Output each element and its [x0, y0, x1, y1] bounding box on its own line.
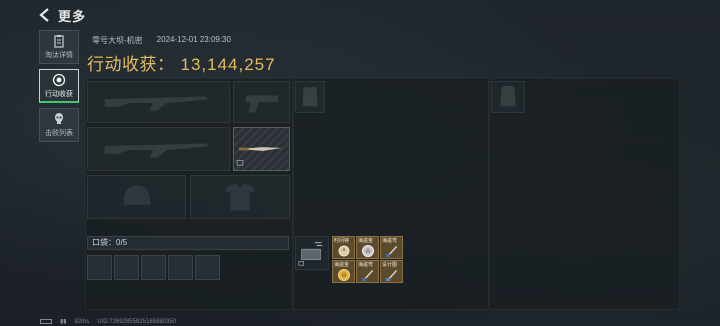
signal-icon: ▮▮: [60, 319, 67, 325]
vest-icon: [302, 86, 318, 107]
pocket-slot[interactable]: [87, 255, 112, 280]
haul-label: 行动收获：: [87, 55, 175, 74]
tab-elimination-details[interactable]: 淘汰详情: [39, 30, 79, 64]
loot-item-dagger[interactable]: 海盗弯: [380, 236, 403, 259]
primary-weapon-slot[interactable]: [87, 81, 230, 123]
top-bar: 更多: [38, 6, 86, 24]
status-bar: ▮▮ 82ms UID:72692855825165880350: [40, 318, 176, 325]
pocket-label: 口袋：: [92, 238, 116, 247]
haul-total: 行动收获： 13,144,257: [87, 50, 276, 75]
coin-icon: [338, 269, 350, 281]
battery-icon: [40, 319, 52, 324]
back-label[interactable]: 更多: [58, 6, 86, 25]
pistol-slot[interactable]: [233, 81, 290, 123]
target-icon: [52, 73, 66, 86]
secondary-weapon-slot[interactable]: [87, 127, 230, 171]
pocket-slot[interactable]: [195, 255, 220, 280]
helmet-icon: [123, 185, 151, 205]
back-arrow-icon[interactable]: [38, 8, 52, 22]
dagger-icon: [362, 270, 373, 281]
backpack-icon: [500, 85, 516, 107]
melee-weapon-slot[interactable]: [233, 127, 290, 171]
uid: UID:72692855825165880350: [97, 318, 177, 325]
chest-rig-slot[interactable]: [295, 81, 325, 113]
pocket-header: 口袋：0/5: [87, 236, 289, 250]
tab-label: 行动收获: [45, 90, 73, 98]
loot-item-blueprint[interactable]: 设计图: [380, 260, 403, 283]
rifle-icon: [104, 143, 210, 158]
loot-item-gold[interactable]: 海盗金: [356, 236, 379, 259]
coin-icon: [362, 245, 374, 257]
loot-item-gold[interactable]: 海盗金: [332, 260, 355, 283]
haul-value: 13,144,257: [180, 55, 276, 74]
tab-label: 击败列表: [45, 130, 73, 137]
pocket-slot[interactable]: [114, 255, 139, 280]
rifle-icon: [104, 96, 210, 111]
tab-action-haul[interactable]: 行动收获: [39, 69, 79, 103]
sidebar: 淘汰详情 行动收获 击败列表: [39, 30, 83, 147]
armor-slot[interactable]: [190, 175, 290, 219]
case-slot[interactable]: [295, 236, 329, 270]
ping: 82ms: [74, 318, 90, 325]
tab-label: 淘汰详情: [45, 52, 73, 59]
clipboard-icon: [54, 35, 64, 48]
skull-icon: [55, 113, 63, 124]
tab-kill-list[interactable]: 击败列表: [39, 108, 79, 142]
blueprint-icon: [386, 270, 397, 281]
pocket-count: 0/5: [116, 238, 128, 247]
case-icon: [298, 242, 323, 266]
backpack-slot[interactable]: [491, 81, 525, 113]
pocket-slot[interactable]: [168, 255, 193, 280]
loot-item-dagger[interactable]: 海盗弯: [356, 260, 379, 283]
match-datetime: 2024-12-01 23:09:30: [156, 35, 231, 44]
dagger-icon: [386, 246, 397, 257]
helmet-slot[interactable]: [87, 175, 186, 219]
armor-icon: [224, 183, 256, 211]
watch-icon: [338, 245, 350, 257]
pistol-icon: [245, 95, 279, 113]
match-meta: 零号大坝-机密 2024-12-01 23:09:30: [92, 35, 231, 46]
loot-item-watch[interactable]: 时间钟: [332, 236, 355, 259]
pocket-slot[interactable]: [141, 255, 166, 280]
knife-icon: [236, 147, 283, 166]
map-name: 零号大坝-机密: [92, 36, 143, 45]
